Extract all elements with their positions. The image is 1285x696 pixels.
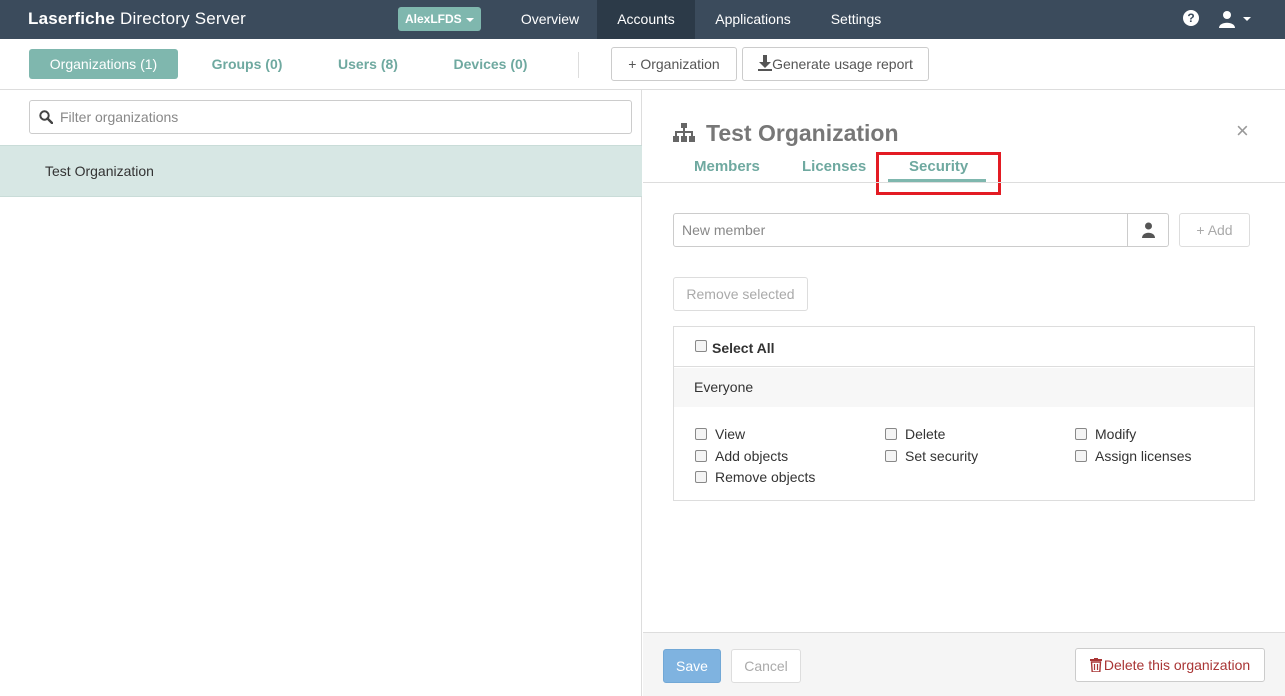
permission-modify-checkbox[interactable]	[1075, 428, 1087, 441]
generate-report-button[interactable]: Generate usage report	[742, 47, 929, 81]
permission-assign-licenses[interactable]: Assign licenses	[1075, 448, 1192, 464]
permission-set-security-label: Set security	[905, 448, 979, 464]
organization-list-item[interactable]: Test Organization	[0, 145, 642, 197]
toolbar-divider	[578, 52, 579, 78]
close-icon[interactable]: ×	[1236, 120, 1249, 142]
permission-delete[interactable]: Delete	[885, 426, 945, 442]
user-menu-caret-icon[interactable]	[1243, 17, 1251, 21]
repository-label: AlexLFDS	[405, 12, 462, 26]
tab-users[interactable]: Users (8)	[323, 49, 413, 79]
permission-view-checkbox[interactable]	[695, 428, 707, 441]
security-tab-highlight	[876, 152, 1001, 195]
cancel-button[interactable]: Cancel	[731, 649, 801, 683]
brand-light: Directory Server	[115, 9, 246, 28]
save-button[interactable]: Save	[663, 649, 721, 683]
permission-remove-objects[interactable]: Remove objects	[695, 469, 815, 485]
select-all-label: Select All	[712, 340, 775, 356]
add-organization-button[interactable]: + Organization	[611, 47, 737, 81]
permission-set-security[interactable]: Set security	[885, 448, 978, 464]
permission-view[interactable]: View	[695, 426, 745, 442]
caret-down-icon	[465, 17, 474, 22]
tab-members[interactable]: Members	[694, 158, 760, 175]
permission-delete-checkbox[interactable]	[885, 428, 897, 441]
permissions-table: Select All Everyone View Delete Modify A…	[673, 326, 1255, 501]
tabs-divider	[643, 182, 1285, 183]
permission-assign-licenses-label: Assign licenses	[1095, 448, 1192, 464]
repository-dropdown[interactable]: AlexLFDS	[398, 7, 481, 31]
help-icon[interactable]: ?	[1183, 10, 1199, 26]
nav-overview[interactable]: Overview	[503, 0, 597, 39]
app-brand[interactable]: Laserfiche Directory Server	[28, 9, 246, 29]
organization-title: Test Organization	[706, 120, 899, 146]
organization-name: Test Organization	[45, 163, 154, 179]
permission-view-label: View	[715, 426, 746, 442]
permission-modify[interactable]: Modify	[1075, 426, 1136, 442]
permission-assign-licenses-checkbox[interactable]	[1075, 450, 1087, 463]
search-icon	[39, 110, 53, 124]
user-icon[interactable]	[1218, 10, 1236, 28]
trash-icon	[1089, 658, 1102, 673]
top-navbar: Laserfiche Directory Server AlexLFDS Ove…	[0, 0, 1285, 39]
permission-remove-objects-label: Remove objects	[715, 469, 816, 485]
permission-add-objects[interactable]: Add objects	[695, 448, 788, 464]
organization-hierarchy-icon	[673, 123, 695, 142]
nav-settings[interactable]: Settings	[813, 0, 899, 39]
security-entry-name: Everyone	[694, 379, 754, 395]
permission-set-security-checkbox[interactable]	[885, 450, 897, 463]
tab-devices[interactable]: Devices (0)	[438, 49, 543, 79]
download-icon	[758, 55, 773, 71]
detail-footer: Save Cancel Delete this organization	[643, 632, 1285, 696]
delete-organization-button[interactable]: Delete this organization	[1075, 648, 1265, 682]
new-member-box[interactable]	[673, 213, 1128, 247]
browse-members-button[interactable]	[1127, 213, 1169, 247]
permission-add-objects-label: Add objects	[715, 448, 789, 464]
generate-report-label: Generate usage report	[772, 56, 913, 72]
select-all-checkbox[interactable]	[695, 340, 707, 352]
security-entry-row: Everyone	[674, 368, 1254, 407]
add-member-label: Add	[1207, 222, 1233, 238]
plus-icon: +	[1196, 222, 1205, 238]
tab-organizations[interactable]: Organizations (1)	[29, 49, 178, 79]
add-organization-label: Organization	[640, 56, 720, 72]
organization-detail-panel: Test Organization × Members Licenses Sec…	[643, 90, 1285, 696]
tab-licenses[interactable]: Licenses	[802, 158, 866, 175]
permission-add-objects-checkbox[interactable]	[695, 450, 707, 463]
permission-modify-label: Modify	[1095, 426, 1137, 442]
permission-delete-label: Delete	[905, 426, 946, 442]
nav-accounts[interactable]: Accounts	[597, 0, 695, 39]
filter-organizations-box[interactable]	[29, 100, 632, 134]
organization-list-panel: Test Organization	[0, 90, 642, 696]
permission-remove-objects-checkbox[interactable]	[695, 471, 707, 484]
add-member-button[interactable]: + Add	[1179, 213, 1250, 247]
person-icon	[1142, 222, 1155, 238]
nav-applications[interactable]: Applications	[697, 0, 809, 39]
delete-organization-label: Delete this organization	[1103, 657, 1251, 673]
tab-groups[interactable]: Groups (0)	[197, 49, 297, 79]
plus-icon: +	[628, 56, 637, 72]
brand-bold: Laserfiche	[28, 9, 116, 28]
new-member-input[interactable]	[674, 214, 1127, 246]
filter-organizations-input[interactable]	[60, 101, 620, 133]
permissions-table-header: Select All	[674, 327, 1254, 367]
remove-selected-button[interactable]: Remove selected	[673, 277, 808, 311]
sub-navbar: Organizations (1) Groups (0) Users (8) D…	[0, 39, 1285, 90]
